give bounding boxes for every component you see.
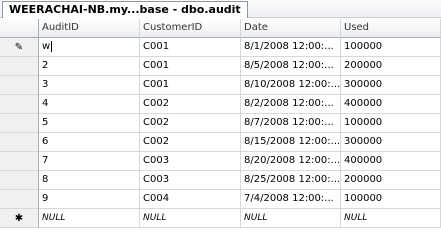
used-cell[interactable]: 100000 xyxy=(341,114,441,133)
table-row[interactable]: 3 C001 8/10/2008 12:00:... 300000 xyxy=(0,76,441,95)
used-cell[interactable]: 400000 xyxy=(341,95,441,114)
customerid-cell[interactable]: NULL xyxy=(140,209,241,228)
customerid-cell[interactable]: C002 xyxy=(140,114,241,133)
customerid-cell[interactable]: C001 xyxy=(140,57,241,76)
customerid-cell[interactable]: C004 xyxy=(140,190,241,209)
date-cell[interactable]: NULL xyxy=(241,209,341,228)
auditid-cell[interactable]: 4 xyxy=(39,95,140,114)
used-cell[interactable]: 300000 xyxy=(341,76,441,95)
pencil-icon[interactable]: ✎ xyxy=(0,38,39,57)
column-header-auditid[interactable]: AuditID xyxy=(39,19,140,38)
table-row[interactable]: 8 C003 8/25/2008 12:00:... 200000 xyxy=(0,171,441,190)
row-selector[interactable] xyxy=(0,152,39,171)
header-corner[interactable] xyxy=(0,19,39,38)
auditid-cell[interactable]: 2 xyxy=(39,57,140,76)
table-row[interactable]: 2 C001 8/5/2008 12:00:... 200000 xyxy=(0,57,441,76)
auditid-cell[interactable]: 3 xyxy=(39,76,140,95)
date-cell[interactable]: 8/10/2008 12:00:... xyxy=(241,76,341,95)
customerid-cell[interactable]: C001 xyxy=(140,76,241,95)
table-row[interactable]: ✎ w C001 8/1/2008 12:00:... 100000 xyxy=(0,38,441,57)
table-row[interactable]: 6 C002 8/15/2008 12:00:... 300000 xyxy=(0,133,441,152)
used-cell[interactable]: 300000 xyxy=(341,133,441,152)
customerid-cell[interactable]: C001 xyxy=(140,38,241,57)
column-header-customerid[interactable]: CustomerID xyxy=(140,19,241,38)
row-selector[interactable] xyxy=(0,133,39,152)
customerid-cell[interactable]: C003 xyxy=(140,152,241,171)
table-row[interactable]: 9 C004 7/4/2008 12:00:... 100000 xyxy=(0,190,441,209)
used-cell[interactable]: 400000 xyxy=(341,152,441,171)
date-cell[interactable]: 8/20/2008 12:00:... xyxy=(241,152,341,171)
tab-dbo-audit[interactable]: WEERACHAI-NB.my...base - dbo.audit xyxy=(2,1,248,18)
date-cell[interactable]: 8/25/2008 12:00:... xyxy=(241,171,341,190)
column-header-date[interactable]: Date xyxy=(241,19,341,38)
used-cell[interactable]: 100000 xyxy=(341,38,441,57)
row-selector[interactable] xyxy=(0,95,39,114)
date-cell[interactable]: 8/1/2008 12:00:... xyxy=(241,38,341,57)
date-cell[interactable]: 8/2/2008 12:00:... xyxy=(241,95,341,114)
used-cell[interactable]: 200000 xyxy=(341,57,441,76)
used-cell[interactable]: NULL xyxy=(341,209,441,228)
date-cell[interactable]: 8/5/2008 12:00:... xyxy=(241,57,341,76)
row-selector[interactable] xyxy=(0,190,39,209)
row-selector[interactable] xyxy=(0,114,39,133)
auditid-cell[interactable]: w xyxy=(39,38,140,57)
text-caret xyxy=(51,40,53,52)
grid-header-row: AuditID CustomerID Date Used xyxy=(0,19,441,38)
auditid-cell[interactable]: NULL xyxy=(39,209,140,228)
query-designer-window: WEERACHAI-NB.my...base - dbo.audit Audit… xyxy=(0,0,441,252)
customerid-cell[interactable]: C002 xyxy=(140,133,241,152)
asterisk-icon[interactable]: ✱ xyxy=(0,209,39,228)
document-tab-strip: WEERACHAI-NB.my...base - dbo.audit xyxy=(0,0,441,18)
table-row[interactable]: 7 C003 8/20/2008 12:00:... 400000 xyxy=(0,152,441,171)
date-cell[interactable]: 8/15/2008 12:00:... xyxy=(241,133,341,152)
auditid-cell[interactable]: 6 xyxy=(39,133,140,152)
row-selector[interactable] xyxy=(0,57,39,76)
auditid-edit-value[interactable]: w xyxy=(42,41,50,52)
auditid-cell[interactable]: 5 xyxy=(39,114,140,133)
auditid-cell[interactable]: 9 xyxy=(39,190,140,209)
table-row[interactable]: 4 C002 8/2/2008 12:00:... 400000 xyxy=(0,95,441,114)
customerid-cell[interactable]: C003 xyxy=(140,171,241,190)
auditid-cell[interactable]: 8 xyxy=(39,171,140,190)
results-grid[interactable]: AuditID CustomerID Date Used ✎ w C001 8/… xyxy=(0,19,441,252)
date-cell[interactable]: 8/7/2008 12:00:... xyxy=(241,114,341,133)
auditid-cell[interactable]: 7 xyxy=(39,152,140,171)
date-cell[interactable]: 7/4/2008 12:00:... xyxy=(241,190,341,209)
row-selector[interactable] xyxy=(0,76,39,95)
row-selector[interactable] xyxy=(0,171,39,190)
customerid-cell[interactable]: C002 xyxy=(140,95,241,114)
used-cell[interactable]: 200000 xyxy=(341,171,441,190)
new-row[interactable]: ✱ NULL NULL NULL NULL xyxy=(0,209,441,228)
table-row[interactable]: 5 C002 8/7/2008 12:00:... 100000 xyxy=(0,114,441,133)
used-cell[interactable]: 100000 xyxy=(341,190,441,209)
column-header-used[interactable]: Used xyxy=(341,19,441,38)
